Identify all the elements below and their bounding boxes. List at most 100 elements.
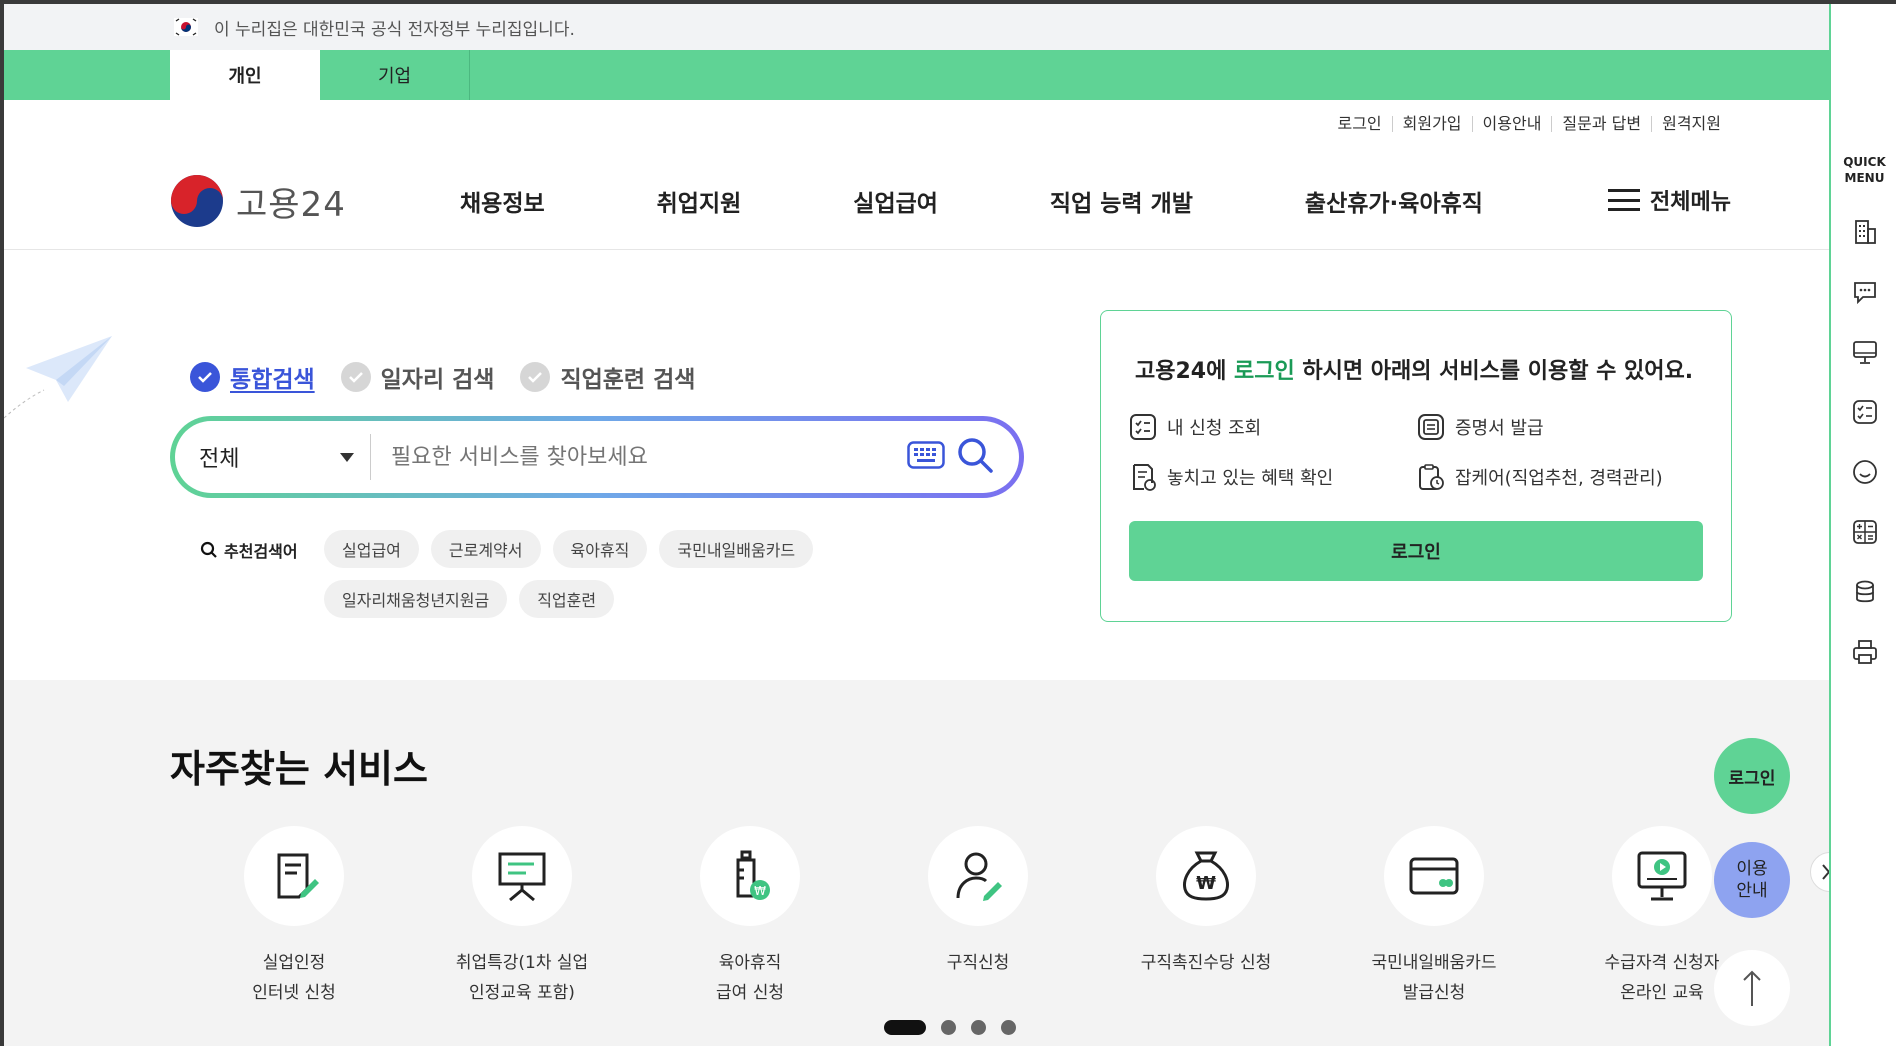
util-remote-link[interactable]: 원격지원 — [1651, 116, 1731, 132]
building-icon[interactable] — [1851, 218, 1879, 246]
section-title: 자주찾는 서비스 — [170, 747, 428, 791]
service-item[interactable]: 구직신청 — [864, 826, 1092, 1008]
keyword-chip[interactable]: 일자리채움청년지원금 — [324, 580, 508, 618]
tab-personal[interactable]: 개인 — [170, 50, 320, 100]
utility-links: 로그인 회원가입 이용안내 질문과 답변 원격지원 — [1327, 116, 1731, 132]
jobcare-item[interactable]: 잡케어(직업추천, 경력관리) — [1417, 463, 1663, 491]
search-category-value: 전체 — [199, 447, 240, 472]
page: 이 누리집은 대한민국 공식 전자정부 누리집입니다. 개인 기업 로그인 회원… — [4, 4, 1829, 1046]
pagination-dot[interactable] — [971, 1020, 986, 1035]
keyword-chip[interactable]: 육아휴직 — [552, 530, 648, 568]
service-item[interactable]: ₩ 육아휴직 급여 신청 — [636, 826, 864, 1008]
benefit-check-item[interactable]: 놓치고 있는 혜택 확인 — [1129, 463, 1333, 491]
document-edit-icon — [277, 853, 319, 899]
paper-plane-icon — [4, 330, 124, 424]
all-menu-button[interactable]: 전체메뉴 — [1608, 184, 1731, 216]
login-promo-box: 고용24에 로그인 하시면 아래의 서비스를 이용할 수 있어요. 내 신청 조… — [1100, 310, 1732, 622]
monitor-icon[interactable] — [1851, 338, 1879, 366]
search-icon[interactable] — [955, 435, 995, 479]
frequent-services-section: 자주찾는 서비스 실업인정 인터넷 신청 취업특강(1차 실업 인정교육 포함)… — [4, 680, 1829, 1046]
person-edit-icon — [956, 852, 1002, 901]
nav-jobs[interactable]: 채용정보 — [460, 184, 545, 218]
search-input[interactable] — [371, 444, 907, 470]
carousel-pagination — [884, 1020, 1016, 1035]
site-logo[interactable]: 고용24 — [170, 174, 346, 228]
pagination-dot[interactable] — [1001, 1020, 1016, 1035]
virtual-keyboard-icon[interactable] — [907, 441, 945, 473]
nav-parental-leave[interactable]: 출산휴가·육아휴직 — [1305, 184, 1483, 218]
presentation-board-icon — [498, 852, 546, 902]
chevron-right-icon — [1822, 864, 1829, 880]
tab-business[interactable]: 기업 — [320, 50, 470, 100]
gov-banner: 이 누리집은 대한민국 공식 전자정부 누리집입니다. — [4, 4, 1829, 50]
svg-text:₩: ₩ — [1196, 873, 1216, 894]
svg-text:₩: ₩ — [754, 884, 766, 898]
service-item[interactable]: 취업특강(1차 실업 인정교육 포함) — [408, 826, 636, 1008]
check-icon — [190, 362, 220, 392]
keyword-chip[interactable]: 직업훈련 — [519, 580, 615, 618]
service-item[interactable]: ₩ 구직촉진수당 신청 — [1092, 826, 1320, 1008]
checklist-icon[interactable] — [1851, 398, 1879, 426]
main-header: 고용24 채용정보 취업지원 실업급여 직업 능력 개발 출산휴가·육아휴직 전… — [4, 154, 1829, 250]
calculator-icon[interactable] — [1851, 518, 1879, 546]
quick-menu: QUICK MENU — [1829, 4, 1896, 1046]
checklist-icon — [1130, 414, 1156, 440]
tab-training-search-label: 직업훈련 검색 — [560, 367, 696, 393]
keyword-chip[interactable]: 실업급여 — [324, 530, 419, 568]
service-item[interactable]: 국민내일배움카드 발급신청 — [1320, 826, 1548, 1008]
arrow-up-icon — [1743, 970, 1761, 1006]
baby-bottle-icon: ₩ — [736, 850, 770, 900]
taegukgi-flag-icon — [174, 18, 198, 36]
database-icon[interactable] — [1851, 578, 1879, 606]
floating-login-button[interactable]: 로그인 — [1714, 738, 1790, 814]
logo-text: 고용24 — [236, 184, 346, 225]
logo-emblem-icon — [171, 175, 223, 227]
tab-integrated-search[interactable]: 통합검색 — [190, 360, 315, 394]
util-signup-link[interactable]: 회원가입 — [1391, 116, 1472, 132]
util-guide-link[interactable]: 이용안내 — [1471, 116, 1552, 132]
recommend-label: 추천검색어 — [200, 538, 298, 562]
search-type-tabs: 통합검색 일자리 검색 직업훈련 검색 — [190, 360, 721, 394]
nav-skill-development[interactable]: 직업 능력 개발 — [1050, 184, 1193, 218]
search-small-icon — [200, 541, 217, 558]
money-bag-icon: ₩ — [1183, 851, 1229, 901]
nav-employment-support[interactable]: 취업지원 — [657, 184, 742, 218]
tab-job-search-label: 일자리 검색 — [380, 367, 495, 393]
tab-integrated-search-label: 통합검색 — [230, 367, 315, 393]
tab-training-search[interactable]: 직업훈련 검색 — [520, 360, 695, 394]
main-nav: 채용정보 취업지원 실업급여 직업 능력 개발 출산휴가·육아휴직 — [460, 184, 1595, 218]
all-menu-label: 전체메뉴 — [1650, 190, 1731, 215]
card-icon — [1409, 857, 1459, 895]
printer-icon[interactable] — [1851, 638, 1879, 666]
check-icon — [340, 362, 371, 392]
chat-bubble-icon[interactable] — [1851, 278, 1879, 306]
search-category-select[interactable]: 전체 — [175, 434, 371, 480]
nav-unemployment-benefit[interactable]: 실업급여 — [853, 184, 938, 218]
services-list: 실업인정 인터넷 신청 취업특강(1차 실업 인정교육 포함) ₩ 육아휴직 급… — [180, 826, 1776, 1008]
service-item[interactable]: 실업인정 인터넷 신청 — [180, 826, 408, 1008]
clipboard-clock-icon — [1419, 464, 1444, 490]
hamburger-icon — [1608, 189, 1641, 211]
user-type-tabs: 개인 기업 — [4, 50, 1829, 100]
smile-icon[interactable] — [1851, 458, 1879, 486]
login-button[interactable]: 로그인 — [1129, 521, 1703, 581]
tab-job-search[interactable]: 일자리 검색 — [340, 360, 495, 394]
pagination-dot[interactable] — [941, 1020, 956, 1035]
my-applications-item[interactable]: 내 신청 조회 — [1129, 413, 1261, 441]
certificate-icon — [1418, 414, 1444, 440]
login-promo-title: 고용24에 로그인 하시면 아래의 서비스를 이용할 수 있어요. — [1135, 359, 1694, 384]
keyword-chip[interactable]: 국민내일배움카드 — [659, 530, 814, 568]
util-qna-link[interactable]: 질문과 답변 — [1551, 116, 1651, 132]
monitor-play-icon — [1637, 851, 1687, 901]
floating-guide-button[interactable]: 이용 안내 — [1714, 842, 1790, 918]
util-login-link[interactable]: 로그인 — [1327, 116, 1391, 132]
check-icon — [520, 362, 551, 392]
scroll-top-button[interactable] — [1714, 950, 1790, 1026]
certificate-item[interactable]: 증명서 발급 — [1417, 413, 1544, 441]
carousel-next-button[interactable] — [1810, 852, 1829, 892]
pagination-dot-active[interactable] — [884, 1020, 926, 1035]
keyword-chip[interactable]: 근로계약서 — [430, 530, 541, 568]
caret-down-icon — [340, 452, 354, 462]
quick-menu-title: QUICK MENU — [1843, 155, 1886, 185]
benefit-document-icon — [1133, 464, 1156, 491]
